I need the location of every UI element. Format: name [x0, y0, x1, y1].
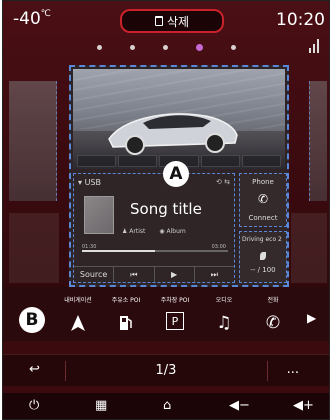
music-mode-icons: ⟲ ⇆ — [216, 178, 230, 186]
phone-icon: ✆ — [258, 192, 269, 206]
driving-eco-widget[interactable]: Driving eco 2 -- / 100 — [239, 231, 287, 283]
page-dots — [3, 44, 329, 51]
next-track-icon[interactable]: ⏭ — [195, 267, 234, 282]
more-button[interactable]: ... — [287, 362, 299, 377]
shortcut-label: 내비게이션 — [64, 297, 92, 304]
head-unit-display: -40℃ 삭제 10:20 ▾ USB ⟲ ⇆ Song title ♟ Art… — [2, 0, 330, 420]
previous-page-preview[interactable] — [9, 81, 57, 201]
navigation-arrow-icon — [67, 312, 89, 334]
shortcut-parking-poi[interactable]: 주차장 POI P — [155, 287, 195, 330]
vehicle-widget[interactable] — [73, 69, 285, 169]
power-icon[interactable]: ⏻ — [29, 398, 39, 413]
widget-area[interactable]: ▾ USB ⟲ ⇆ Song title ♟ Artist ◉ Album 01… — [69, 65, 289, 287]
fuel-pump-icon — [115, 312, 137, 334]
phone-icon: ✆ — [265, 313, 281, 333]
outside-temperature: -40℃ — [13, 9, 51, 29]
phone-connect[interactable]: Connect — [240, 214, 286, 222]
volume-up-icon[interactable]: ◀+ — [293, 398, 314, 413]
clock: 10:20 — [276, 10, 325, 30]
phone-title: Phone — [252, 178, 274, 186]
song-meta: ♟ Artist ◉ Album — [122, 228, 186, 235]
eco-value: -- / 100 — [250, 266, 276, 274]
previous-page-preview-lower — [9, 213, 59, 283]
volume-down-icon[interactable]: ◀− — [229, 398, 250, 413]
parking-icon: P — [166, 312, 184, 330]
next-page-preview-lower — [291, 213, 327, 283]
music-source: ▾ USB — [78, 178, 101, 187]
page-dot[interactable] — [162, 45, 168, 50]
album-cover — [84, 196, 114, 234]
shortcut-label: 주유소 POI — [111, 297, 141, 304]
phone-widget[interactable]: Phone ✆ Connect — [239, 173, 287, 227]
delete-label: 삭제 — [166, 14, 190, 29]
car-silhouette-icon — [108, 113, 238, 155]
eco-title: Driving eco 2 — [242, 236, 282, 243]
page-dot-active[interactable] — [195, 44, 203, 51]
play-icon[interactable]: ▶ — [155, 267, 195, 282]
bottom-nav: ⏻ ▦ ⌂ ◀− ◀+ — [3, 393, 329, 419]
trash-icon — [154, 16, 163, 26]
callout-b: B — [19, 307, 45, 333]
previous-track-icon[interactable]: ⏮ — [114, 267, 155, 282]
shortcut-fuel-poi[interactable]: 주유소 POI — [106, 287, 146, 334]
shortcut-audio[interactable]: 오디오 ♫ — [204, 287, 244, 334]
music-note-icon: ♫ — [216, 313, 232, 333]
delete-button[interactable]: 삭제 — [120, 9, 224, 33]
leaf-icon — [260, 252, 266, 260]
song-progress[interactable] — [82, 250, 228, 252]
shortcut-phone[interactable]: 전화 ✆ — [253, 287, 293, 334]
page-dot[interactable] — [230, 45, 236, 50]
shortcut-navigation[interactable]: 내비게이션 — [58, 287, 98, 334]
music-widget[interactable]: ▾ USB ⟲ ⇆ Song title ♟ Artist ◉ Album 01… — [73, 173, 235, 283]
page-dot[interactable] — [96, 45, 102, 50]
song-title: Song title — [130, 200, 202, 218]
home-icon[interactable]: ⌂ — [163, 398, 171, 413]
callout-a: A — [163, 161, 189, 187]
music-controls: Source ⏮ ▶ ⏭ — [74, 266, 234, 282]
next-shortcuts-icon[interactable]: ▶ — [307, 311, 316, 325]
source-button[interactable]: Source — [74, 267, 115, 282]
apps-grid-icon[interactable]: ▦ — [95, 398, 107, 413]
page-indicator: 1/3 — [155, 363, 177, 378]
divider — [267, 361, 268, 381]
next-page-preview[interactable] — [309, 81, 327, 201]
shortcut-bar: B 내비게이션 주유소 POI 주차장 POI P 오디오 ♫ 전화 ✆ ▶ — [3, 287, 329, 341]
home-edit-screen: -40℃ 삭제 10:20 ▾ USB ⟲ ⇆ Song title ♟ Art… — [3, 1, 329, 341]
shortcut-label: 오디오 — [215, 297, 233, 304]
page-dot[interactable] — [129, 45, 135, 50]
shortcut-label: 주차장 POI — [160, 297, 190, 304]
shortcut-label: 전화 — [267, 297, 279, 304]
pager-row: ↩ 1/3 ... — [3, 354, 329, 386]
